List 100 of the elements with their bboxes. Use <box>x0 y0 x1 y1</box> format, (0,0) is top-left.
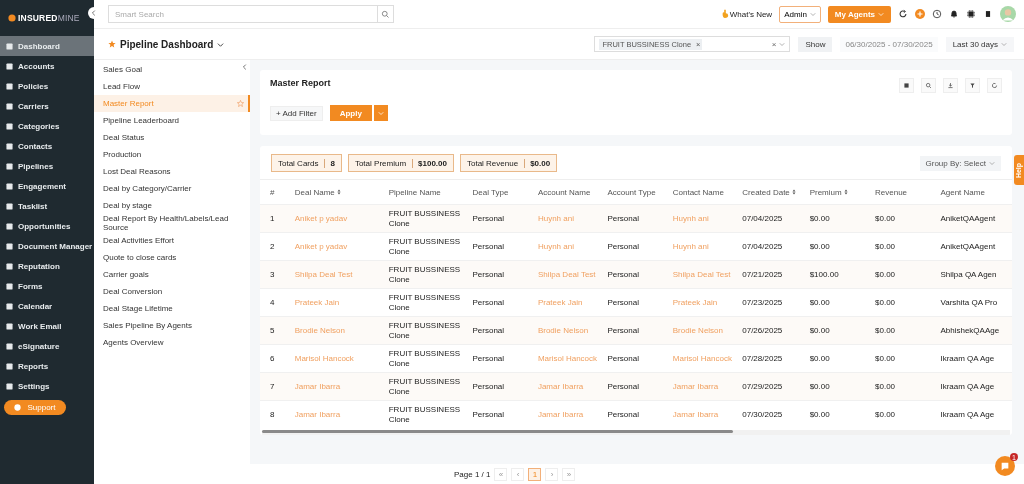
table-cell: Varshita QA Pro <box>940 288 1012 317</box>
report-item[interactable]: Lost Deal Reasons <box>94 163 250 180</box>
whats-new-link[interactable]: What's New <box>729 9 773 19</box>
total-value: 8 <box>324 158 335 168</box>
add-filter-button[interactable]: + Add Filter <box>270 105 323 121</box>
table-cell: $0.00 <box>875 400 941 428</box>
sidebar-item[interactable]: eSignature <box>0 336 94 356</box>
square-icon <box>6 202 13 210</box>
sort-icon <box>791 188 796 195</box>
chip-icon[interactable] <box>966 9 976 19</box>
logo-icon <box>8 14 16 22</box>
table-cell: 07/30/2025 <box>742 400 810 428</box>
report-item[interactable]: Deal Status <box>94 129 250 146</box>
column-header[interactable]: Deal Name <box>294 179 389 205</box>
sidebar-item[interactable]: Contacts <box>0 136 94 156</box>
table-cell: $0.00 <box>809 372 876 401</box>
sidebar-item[interactable]: Reports <box>0 356 94 376</box>
square-icon <box>6 382 13 390</box>
sidebar-item[interactable]: Tasklist <box>0 196 94 216</box>
date-range-field[interactable]: 06/30/2025 - 07/30/2025 <box>840 36 938 52</box>
refresh-button[interactable] <box>987 78 1002 93</box>
clock-icon[interactable] <box>932 9 942 19</box>
total-label: Total Revenue <box>466 158 519 168</box>
table-cell: $0.00 <box>875 260 941 289</box>
table-cell: FRUIT BUSSINESS Clone <box>388 400 473 428</box>
search-button[interactable] <box>921 78 936 93</box>
sidebar-item[interactable]: Reputation <box>0 256 94 276</box>
caret-icon <box>809 11 816 17</box>
column-header: Account Name <box>537 179 608 205</box>
report-item[interactable]: Carrier goals <box>94 266 250 283</box>
table-cell: Personal <box>472 316 538 345</box>
report-item[interactable]: Sales Goal <box>94 61 250 78</box>
column-header[interactable]: Created Date <box>742 179 810 205</box>
sidebar-item[interactable]: Work Email <box>0 316 94 336</box>
logo: INSUREDMINE <box>0 0 94 36</box>
square-icon <box>6 182 13 190</box>
report-item[interactable]: Deal Activities Effort <box>94 232 250 249</box>
square-icon <box>6 82 13 90</box>
table-cell: 07/29/2025 <box>742 372 810 401</box>
table-cell: 07/28/2025 <box>742 344 810 373</box>
report-item[interactable]: Deal by Category/Carrier <box>94 180 250 197</box>
sidebar-item[interactable]: Pipelines <box>0 156 94 176</box>
report-item[interactable]: Quote to close cards <box>94 249 250 266</box>
sidebar-item[interactable]: Categories <box>0 116 94 136</box>
refresh-icon[interactable] <box>898 9 908 19</box>
report-item[interactable]: Sales Pipeline By Agents <box>94 317 250 334</box>
table-cell: FRUIT BUSSINESS Clone <box>388 204 473 233</box>
bell-icon[interactable] <box>949 9 959 19</box>
show-button[interactable]: Show <box>798 36 833 52</box>
sidebar-item[interactable]: Calendar <box>0 296 94 316</box>
table-cell: FRUIT BUSSINESS Clone <box>388 316 473 345</box>
clear-button[interactable]: × <box>771 39 777 49</box>
caret-icon <box>989 160 995 166</box>
group-by-dropdown[interactable]: Group By: Select <box>919 155 1001 171</box>
square-icon <box>6 302 13 310</box>
sidebar-item[interactable]: Accounts <box>0 56 94 76</box>
sidebar-item[interactable]: Opportunities <box>0 216 94 236</box>
table-cell: FRUIT BUSSINESS Clone <box>388 372 473 401</box>
sidebar-item[interactable]: Document Manager <box>0 236 94 256</box>
scrollbar[interactable] <box>262 430 1010 435</box>
square-icon <box>6 342 13 350</box>
square-icon <box>6 122 13 130</box>
table-cell: 2 <box>260 232 295 261</box>
report-item[interactable]: Pipeline Leaderboard <box>94 112 250 129</box>
column-header[interactable]: Premium <box>809 179 876 205</box>
table-cell: $0.00 <box>875 204 941 233</box>
table-cell: 3 <box>260 260 295 289</box>
report-item[interactable]: Lead Flow <box>94 78 250 95</box>
table-cell: Personal <box>607 316 673 345</box>
download-button[interactable] <box>943 78 958 93</box>
sidebar-item[interactable]: Carriers <box>0 96 94 116</box>
document-icon[interactable] <box>983 9 993 19</box>
table-cell: $0.00 <box>875 316 941 345</box>
grid-button[interactable] <box>899 78 914 93</box>
table-cell: $100.00 <box>809 260 876 289</box>
report-item[interactable]: Production <box>94 146 250 163</box>
page-label: Page 1 / 1 <box>454 469 491 479</box>
sidebar-item[interactable]: Dashboard <box>0 36 94 56</box>
table-cell: Shilpa QA Agen <box>940 260 1012 289</box>
apply-menu-button[interactable] <box>372 105 388 121</box>
period-dropdown[interactable]: Last 30 days <box>945 36 1014 52</box>
chevron-left-icon <box>90 9 98 17</box>
report-item[interactable]: Deal by stage <box>94 197 250 214</box>
filter-button[interactable] <box>965 78 980 93</box>
report-item[interactable]: Deal Conversion <box>94 283 250 300</box>
sidebar-item[interactable]: Engagement <box>0 176 94 196</box>
sidebar-item[interactable]: Settings <box>0 376 94 396</box>
plus-icon[interactable] <box>915 9 925 19</box>
report-item[interactable]: Deal Stage Lifetime <box>94 300 250 317</box>
table-cell: $0.00 <box>809 204 876 233</box>
role-dropdown[interactable]: Admin <box>779 5 821 23</box>
star-icon[interactable] <box>237 100 244 107</box>
report-item[interactable]: Agents Overview <box>94 334 250 351</box>
column-header: Account Type <box>607 179 673 205</box>
sidebar-item[interactable]: Forms <box>0 276 94 296</box>
report-item[interactable]: Deal Report By Health/Labels/Lead Source <box>94 214 250 232</box>
search-field[interactable]: Smart Search <box>108 5 394 23</box>
sidebar-item[interactable]: Policies <box>0 76 94 96</box>
sort-icon <box>843 188 848 195</box>
dashboard-title[interactable]: Pipeline Dashboard <box>108 38 225 50</box>
